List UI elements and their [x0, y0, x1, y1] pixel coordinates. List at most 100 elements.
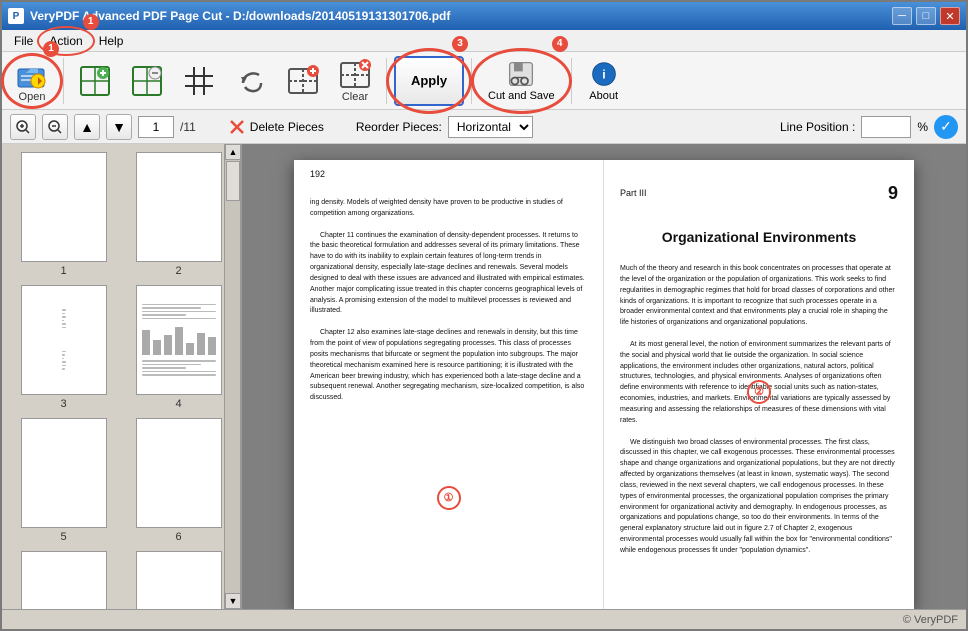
thumbnail-label: 5	[60, 531, 66, 543]
thumbnail-grid: 1 2	[2, 144, 240, 609]
thumbnail-label: 3	[60, 398, 66, 410]
doc-right-circle: ②	[747, 380, 771, 404]
apply-btn-wrapper: Apply 3	[394, 56, 464, 106]
thumbnail-panel: 1 2	[2, 144, 242, 609]
thumbnail-scrollbar[interactable]: ▲ ▼	[224, 144, 240, 609]
scroll-track	[225, 160, 240, 593]
sep3	[471, 58, 472, 104]
cut-save-button[interactable]: Cut and Save	[479, 56, 564, 106]
title-bar: P VeryPDF Advanced PDF Page Cut - D:/dow…	[2, 2, 966, 30]
page-right: Part III 9 Organizational Environments M…	[604, 160, 914, 609]
line-position-input[interactable]	[861, 116, 911, 138]
remove-button[interactable]	[123, 56, 171, 106]
split-button[interactable]	[279, 56, 327, 106]
close-button[interactable]: ✕	[940, 7, 960, 25]
open-icon	[16, 59, 48, 91]
doc-left-circle: ①	[437, 486, 461, 510]
zoom-out-button[interactable]	[42, 114, 68, 140]
right-part-label: Part III	[620, 187, 647, 201]
apply-number-badge: 3	[452, 36, 468, 52]
nav-down-button[interactable]: ▼	[106, 114, 132, 140]
apply-button[interactable]: Apply	[394, 56, 464, 106]
title-bar-left: P VeryPDF Advanced PDF Page Cut - D:/dow…	[8, 8, 450, 24]
about-label: About	[589, 90, 618, 102]
main-content: 1 2	[2, 144, 966, 609]
zoom-in-button[interactable]	[10, 114, 36, 140]
list-item[interactable]: 2	[125, 152, 232, 277]
status-text: © VeryPDF	[903, 614, 958, 626]
title-bar-controls: ─ □ ✕	[892, 7, 960, 25]
confirm-button[interactable]: ✓	[934, 115, 958, 139]
page-number-input[interactable]	[138, 116, 174, 138]
main-window: P VeryPDF Advanced PDF Page Cut - D:/dow…	[0, 0, 968, 631]
add-page-cut-icon	[79, 65, 111, 97]
line-position-label: Line Position :	[780, 120, 855, 134]
clear-label: Clear	[342, 91, 368, 103]
document-spread: 192 ing density. Models of weighted dens…	[294, 160, 914, 609]
thumbnail-label: 6	[175, 531, 181, 543]
scroll-thumb[interactable]	[226, 161, 240, 201]
thumbnail-preview	[21, 285, 107, 395]
thumbnail-label: 4	[175, 398, 181, 410]
list-item[interactable]: 5	[10, 418, 117, 543]
split-icon	[287, 65, 319, 97]
remove-icon	[131, 65, 163, 97]
delete-pieces-label: Delete Pieces	[250, 120, 324, 134]
thumbnail-preview	[21, 551, 107, 609]
delete-pieces-button[interactable]: Delete Pieces	[220, 116, 332, 138]
svg-text:i: i	[602, 67, 605, 81]
maximize-button[interactable]: □	[916, 7, 936, 25]
undo-button[interactable]	[227, 56, 275, 106]
app-icon: P	[8, 8, 24, 24]
add-page-cut-button[interactable]	[71, 56, 119, 106]
clear-icon	[339, 59, 371, 91]
nav-up-button[interactable]: ▲	[74, 114, 100, 140]
cut-save-wrapper: Cut and Save 4	[479, 56, 564, 106]
left-page-content: ing density. Models of weighted density …	[310, 198, 587, 404]
about-button[interactable]: i About	[579, 56, 629, 106]
status-bar: © VeryPDF	[2, 609, 966, 629]
sep1	[63, 58, 64, 104]
list-item[interactable]: 7	[10, 551, 117, 609]
grid-icon	[183, 65, 215, 97]
sep4	[571, 58, 572, 104]
thumbnail-preview	[136, 418, 222, 528]
menu-help[interactable]: Help	[91, 32, 132, 50]
sub-toolbar: ▲ ▼ /11 Delete Pieces Reorder Pieces: Ho…	[2, 110, 966, 144]
thumbnail-preview	[136, 285, 222, 395]
open-label: Open	[19, 91, 46, 103]
list-item[interactable]: 1	[10, 152, 117, 277]
scroll-up-button[interactable]: ▲	[225, 144, 241, 160]
document-area[interactable]: 192 ing density. Models of weighted dens…	[242, 144, 966, 609]
undo-icon	[235, 65, 267, 97]
left-page-number: 192	[310, 168, 325, 182]
minimize-button[interactable]: ─	[892, 7, 912, 25]
percent-label: %	[917, 120, 928, 134]
chapter-title: Organizational Environments	[620, 227, 898, 248]
cut-save-label: Cut and Save	[488, 90, 555, 102]
reorder-pieces-select[interactable]: Horizontal Vertical	[448, 116, 533, 138]
list-item[interactable]: 6	[125, 418, 232, 543]
thumbnail-preview	[136, 551, 222, 609]
page-left: 192 ing density. Models of weighted dens…	[294, 160, 604, 609]
thumbnail-label: 2	[175, 265, 181, 277]
thumbnail-preview	[21, 418, 107, 528]
action-number-badge: 1	[83, 14, 99, 30]
thumbnail-label: 1	[60, 265, 66, 277]
clear-button[interactable]: Clear	[331, 56, 379, 106]
thumbnail-preview	[136, 152, 222, 262]
list-item[interactable]: 4	[125, 285, 232, 410]
menu-file[interactable]: File	[6, 32, 41, 50]
scroll-down-button[interactable]: ▼	[225, 593, 241, 609]
list-item[interactable]: 8	[125, 551, 232, 609]
right-page-content: Much of the theory and research in this …	[620, 264, 898, 557]
menu-bar: File Action 1 Help	[2, 30, 966, 52]
reorder-pieces-label: Reorder Pieces:	[356, 120, 442, 134]
list-item[interactable]: 3	[10, 285, 117, 410]
grid-button[interactable]	[175, 56, 223, 106]
main-toolbar: Open 1	[2, 52, 966, 110]
sep2	[386, 58, 387, 104]
thumbnail-preview	[21, 152, 107, 262]
cut-save-number-badge: 4	[552, 36, 568, 52]
open-button[interactable]: Open 1	[8, 56, 56, 106]
